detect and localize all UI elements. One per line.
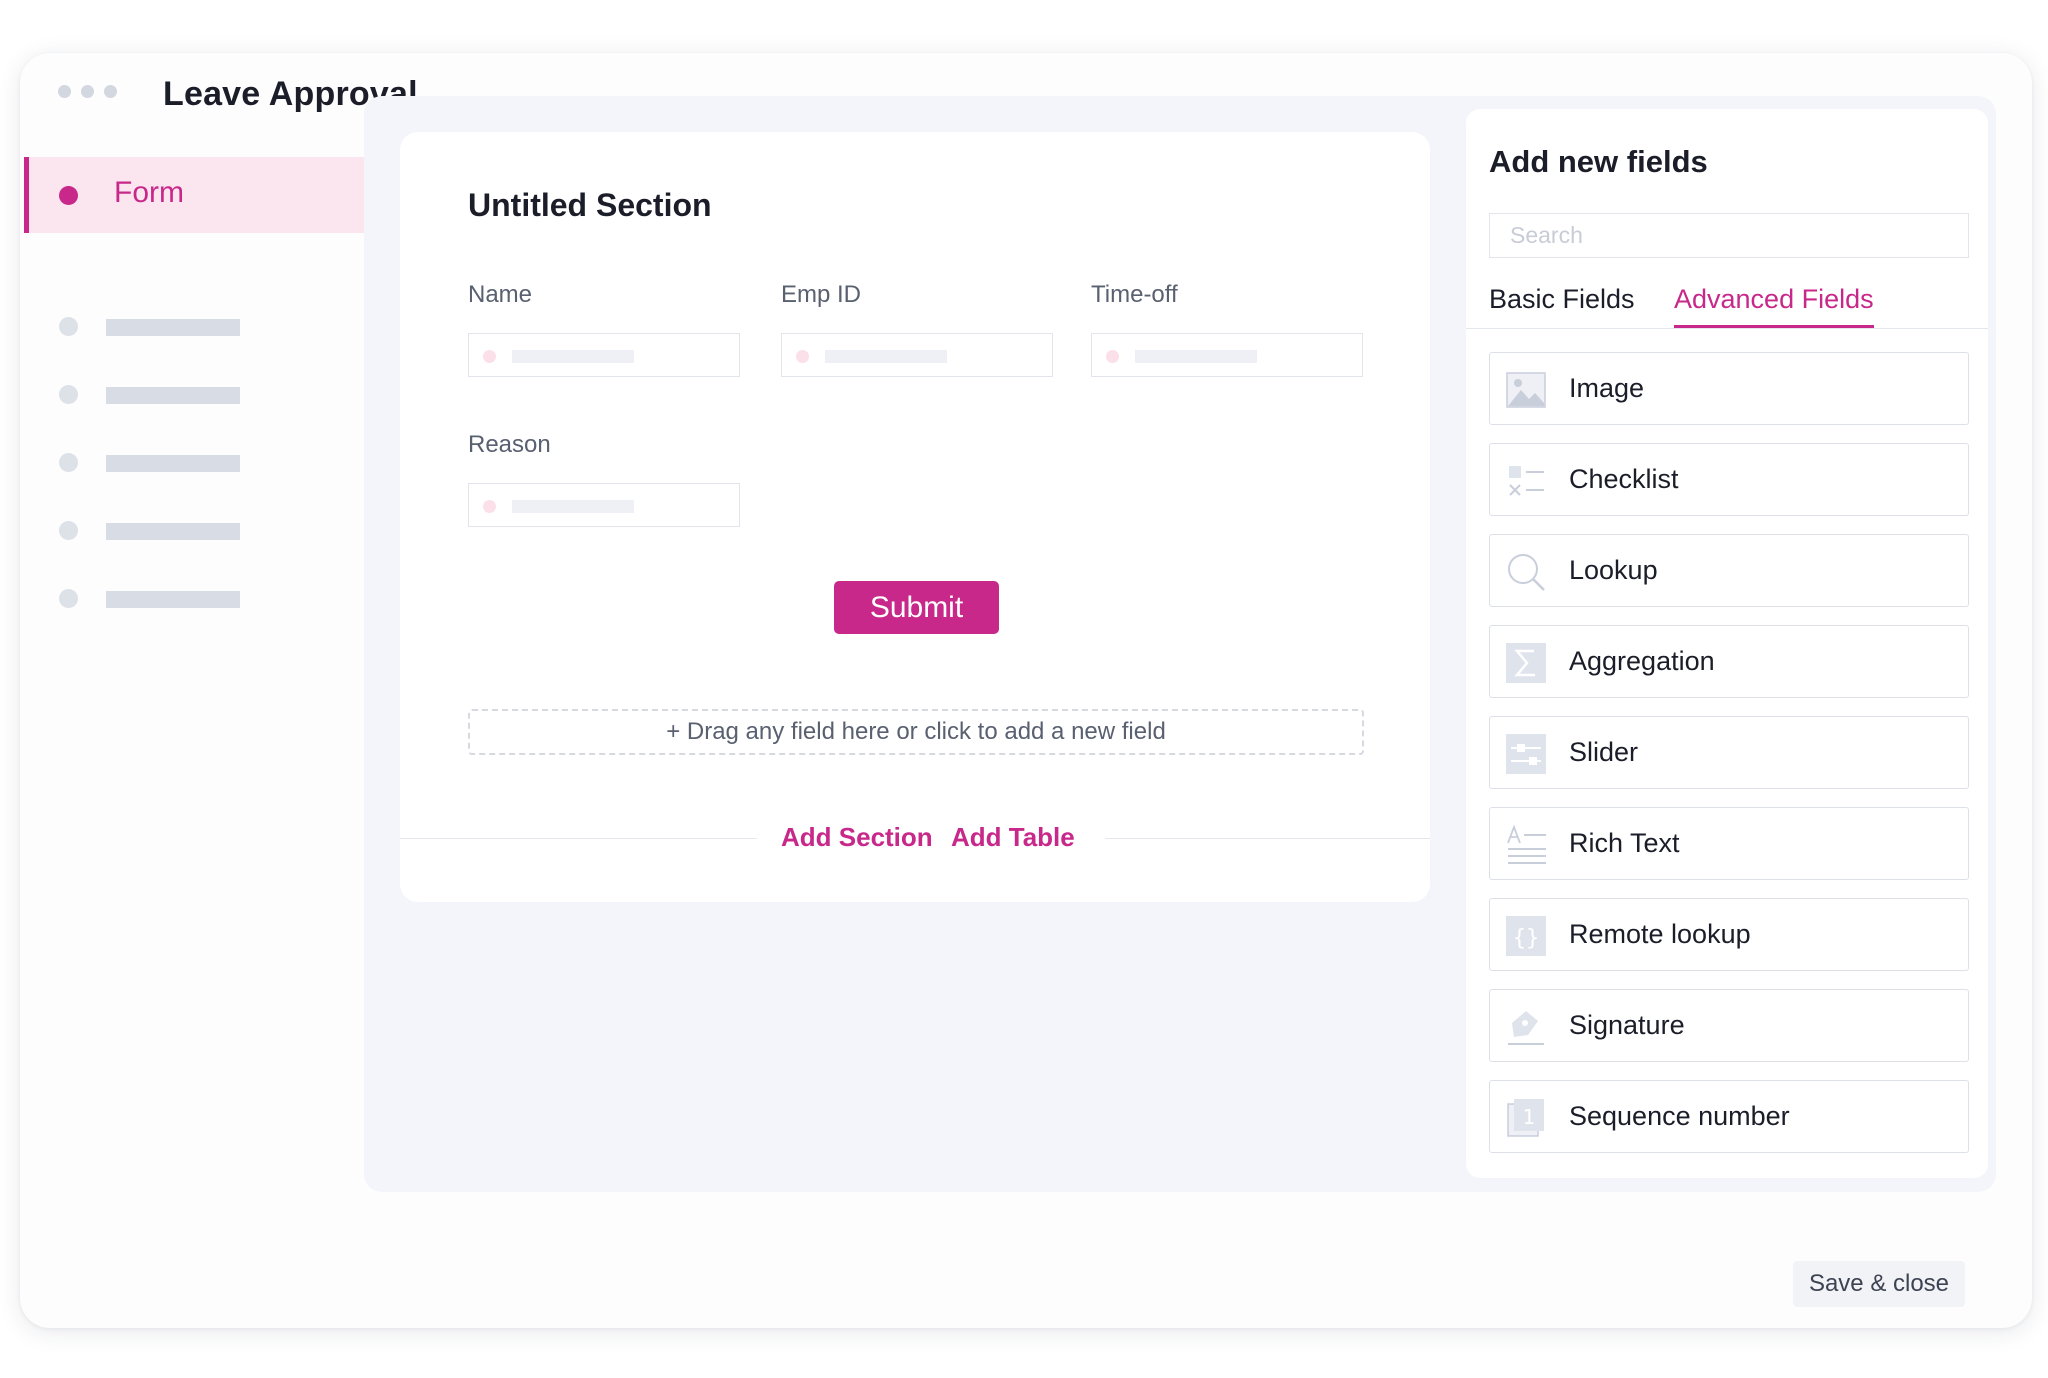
dot-icon [59,521,78,540]
field-item-image[interactable]: Image [1489,352,1969,425]
form-section-card: Untitled Section Name Emp ID Time-off Re… [400,132,1430,902]
placeholder-bar [512,350,634,363]
field-label-name: Name [468,281,533,308]
field-item-label: Image [1569,373,1645,403]
dot-icon [59,589,78,608]
add-fields-panel: Add new fields Basic Fields Advanced Fie… [1466,109,1988,1178]
tab-advanced-fields[interactable]: Advanced Fields [1674,284,1874,328]
field-item-aggregation[interactable]: Aggregation [1489,625,1969,698]
field-label-reason: Reason [468,431,551,458]
placeholder-bar [106,387,240,404]
dot-icon [59,453,78,472]
lookup-icon [1508,554,1545,591]
divider [400,838,757,839]
field-item-slider[interactable]: Slider [1489,716,1969,789]
field-item-checklist[interactable]: Checklist [1489,443,1969,516]
field-item-label: Slider [1569,737,1639,767]
field-item-lookup[interactable]: Lookup [1489,534,1969,607]
image-icon [1506,372,1546,408]
reason-field[interactable] [468,483,740,527]
field-item-label: Lookup [1569,555,1658,585]
divider [1105,838,1430,839]
window-dot[interactable] [58,85,71,98]
checklist-icon [1509,466,1544,496]
sequence-number-icon: 1 [1507,1099,1544,1137]
field-label-emp-id: Emp ID [781,281,862,308]
required-dot-icon [1106,350,1119,363]
time-off-field[interactable] [1091,333,1363,377]
tabs-divider [1466,328,1988,329]
placeholder-bar [1135,350,1257,363]
submit-button[interactable]: Submit [834,581,999,634]
form-canvas: Untitled Section Name Emp ID Time-off Re… [364,96,1996,1192]
field-item-remote-lookup[interactable]: {} Remote lookup [1489,898,1969,971]
tab-basic-fields[interactable]: Basic Fields [1489,284,1635,315]
placeholder-bar [106,591,240,608]
placeholder-bar [825,350,947,363]
field-item-label: Rich Text [1569,828,1680,858]
window-controls [58,85,117,98]
field-item-label: Sequence number [1569,1101,1790,1131]
emp-id-field[interactable] [781,333,1053,377]
field-item-rich-text[interactable]: Rich Text [1489,807,1969,880]
placeholder-bar [106,319,240,336]
sidebar-item-placeholder[interactable] [24,511,364,551]
placeholder-bar [106,455,240,472]
section-title[interactable]: Untitled Section [468,187,712,224]
active-dot-icon [59,186,78,205]
required-dot-icon [483,500,496,513]
sidebar-item-placeholder[interactable] [24,307,364,347]
sidebar-item-form[interactable]: Form [24,157,364,233]
dot-icon [59,385,78,404]
window-dot[interactable] [104,85,117,98]
placeholder-bar [106,523,240,540]
field-item-label: Remote lookup [1569,919,1751,949]
svg-text:1: 1 [1523,1105,1536,1129]
sigma-icon [1506,643,1546,683]
field-item-sequence-number[interactable]: 1 Sequence number [1489,1080,1969,1153]
field-item-label: Checklist [1569,464,1679,494]
field-item-signature[interactable]: Signature [1489,989,1969,1062]
panel-title: Add new fields [1489,144,1708,179]
save-close-button[interactable]: Save & close [1793,1261,1965,1307]
sidebar-item-placeholder[interactable] [24,579,364,619]
name-field[interactable] [468,333,740,377]
svg-text:{}: {} [1513,926,1540,951]
sidebar-item-label: Form [114,176,184,209]
required-dot-icon [483,350,496,363]
sidebar-item-placeholder[interactable] [24,375,364,415]
dot-icon [59,317,78,336]
slider-icon [1506,734,1546,774]
window-dot[interactable] [81,85,94,98]
required-dot-icon [796,350,809,363]
rich-text-icon [1507,825,1546,864]
search-input[interactable] [1489,213,1969,258]
field-dropzone[interactable]: + Drag any field here or click to add a … [468,709,1364,755]
sidebar-item-placeholder[interactable] [24,443,364,483]
field-item-label: Signature [1569,1010,1685,1040]
add-table-link[interactable]: Add Table [951,822,1075,853]
placeholder-bar [512,500,634,513]
field-label-time-off: Time-off [1091,281,1178,308]
signature-icon [1508,1011,1544,1045]
add-section-link[interactable]: Add Section [781,822,933,853]
field-item-label: Aggregation [1569,646,1715,676]
braces-icon: {} [1506,916,1546,956]
